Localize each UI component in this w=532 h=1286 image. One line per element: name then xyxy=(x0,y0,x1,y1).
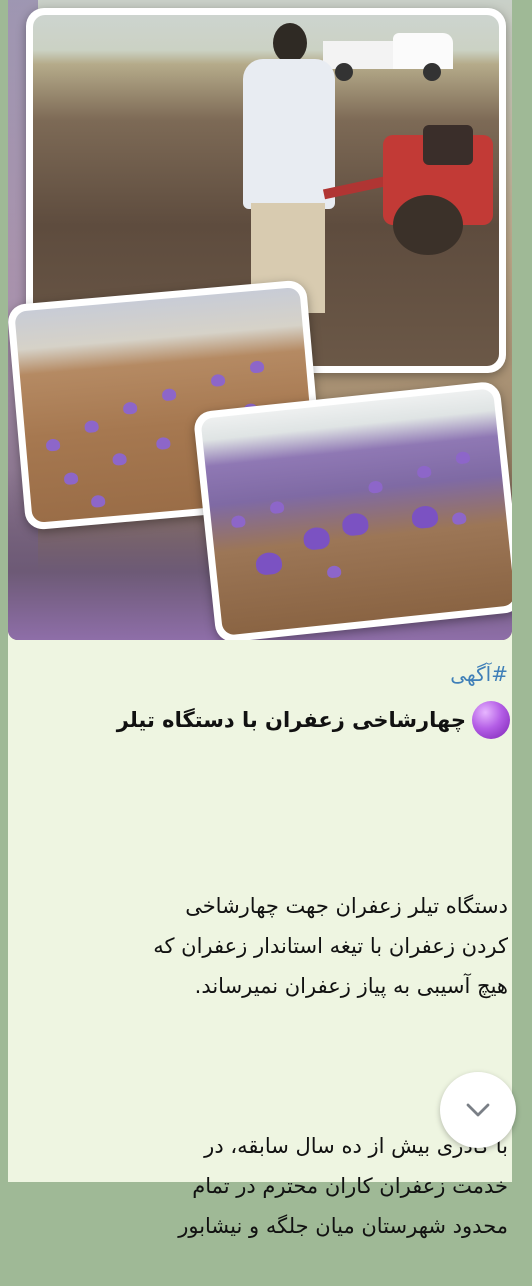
post-title-row: چهارشاخی زعفران با دستگاه تیلر xyxy=(30,698,510,742)
photo-card-saffron-closeup xyxy=(192,380,512,640)
purple-circle-icon xyxy=(472,701,510,739)
scroll-down-button[interactable] xyxy=(440,1072,516,1148)
post-image[interactable] xyxy=(8,0,512,640)
chevron-down-icon xyxy=(466,1103,490,1117)
tiller-graphic xyxy=(322,125,499,255)
body-paragraph: دستگاه تیلر زعفران جهت چهارشاخی کردن زعف… xyxy=(153,894,508,998)
body-paragraph: با کادری بیش از ده سال سابقه، در خدمت زع… xyxy=(178,1134,508,1238)
truck-graphic xyxy=(323,31,458,83)
post-body: دستگاه تیلر زعفران جهت چهارشاخی کردن زعف… xyxy=(38,846,508,1286)
post-title: چهارشاخی زعفران با دستگاه تیلر xyxy=(116,708,466,732)
farmer-graphic xyxy=(243,23,335,313)
hashtag-link[interactable]: #آگهی xyxy=(450,662,508,686)
